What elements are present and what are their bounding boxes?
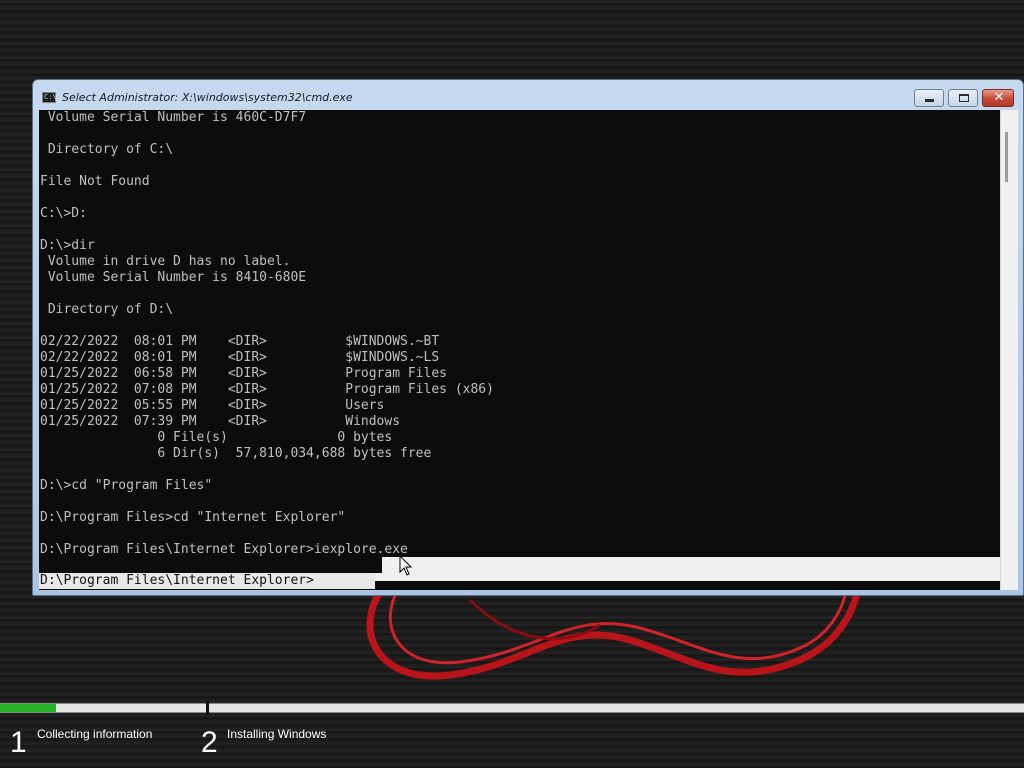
console-line: Directory of D:\	[40, 302, 174, 317]
cmd-window[interactable]: C:\ Select Administrator: X:\windows\sys…	[32, 79, 1024, 596]
step-label: Installing Windows	[227, 727, 327, 741]
console-line: Volume Serial Number is 8410-680E	[40, 270, 307, 285]
console-line: 02/22/2022 08:01 PM <DIR> $WINDOWS.~BT	[40, 334, 440, 349]
console-line: Directory of C:\	[40, 142, 174, 157]
console-line: 02/22/2022 08:01 PM <DIR> $WINDOWS.~LS	[40, 350, 440, 365]
window-title: Select Administrator: X:\windows\system3…	[62, 91, 353, 104]
vertical-scrollbar[interactable]	[1000, 110, 1018, 590]
minimize-icon	[925, 99, 934, 102]
console-output[interactable]: Volume Serial Number is 460C-D7F7 Direct…	[39, 110, 1000, 590]
cmd-icon: C:\	[42, 92, 57, 103]
step-number: 2	[201, 726, 218, 759]
close-button[interactable]: ✕	[982, 89, 1014, 107]
title-bar[interactable]: C:\ Select Administrator: X:\windows\sys…	[33, 80, 1023, 108]
console-line: D:\>cd "Program Files"	[40, 478, 213, 493]
console-line: 01/25/2022 05:55 PM <DIR> Users	[40, 398, 385, 413]
step-number: 1	[10, 726, 27, 759]
progress-step-divider	[206, 701, 209, 715]
console-line: D:\Program Files>cd "Internet Explorer"	[40, 510, 346, 525]
console-line: 01/25/2022 07:39 PM <DIR> Windows	[40, 414, 401, 429]
console-line: D:\Program Files\Internet Explorer>iexpl…	[40, 542, 408, 557]
maximize-button[interactable]	[948, 89, 978, 107]
console-line: C:\>D:	[40, 206, 87, 221]
console-lines: Volume Serial Number is 460C-D7F7 Direct…	[40, 110, 998, 574]
setup-progress-bar	[0, 701, 1024, 715]
console-line: Volume Serial Number is 460C-D7F7	[40, 110, 307, 125]
console-line: 0 File(s) 0 bytes	[40, 430, 393, 445]
setup-progress-fill	[0, 704, 57, 712]
console-line: D:\>dir	[40, 238, 95, 253]
console-line: 6 Dir(s) 57,810,034,688 bytes free	[40, 446, 432, 461]
mouse-cursor-icon	[399, 555, 413, 576]
selection-highlight-lower	[375, 573, 1000, 581]
command-prompt-line[interactable]: D:\Program Files\Internet Explorer>	[40, 573, 314, 589]
console-line: 01/25/2022 06:58 PM <DIR> Program Files	[40, 366, 447, 381]
selection-highlight	[382, 557, 1000, 573]
console-line: 01/25/2022 07:08 PM <DIR> Program Files …	[40, 382, 494, 397]
console-line: File Not Found	[40, 174, 150, 189]
scrollbar-thumb[interactable]	[1005, 132, 1008, 182]
step-label: Collecting information	[37, 727, 153, 741]
close-icon: ✕	[993, 90, 1005, 105]
wallpaper-swoosh	[366, 580, 864, 680]
console-line: Volume in drive D has no label.	[40, 254, 291, 269]
maximize-icon	[959, 94, 969, 102]
minimize-button[interactable]	[914, 89, 944, 107]
